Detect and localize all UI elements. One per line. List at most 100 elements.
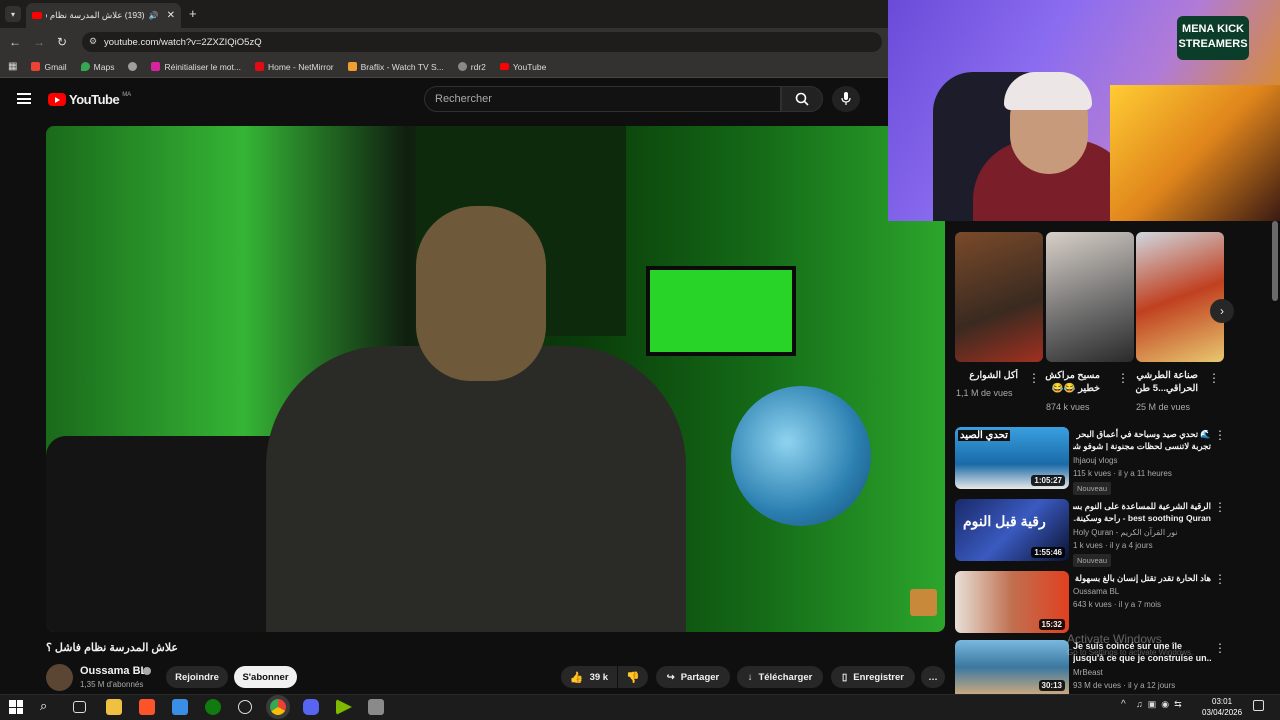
video-frame-head [416, 206, 546, 381]
activate-windows-subtitle: Go to Settings to activate Windows. [1067, 648, 1194, 657]
short-thumbnail[interactable] [955, 232, 1043, 362]
clock-app-icon[interactable] [238, 700, 252, 714]
taskbar-time[interactable]: 03:01 [1212, 697, 1232, 706]
rdr2-icon [457, 62, 467, 71]
brave-icon[interactable] [139, 699, 155, 715]
bookmark-instagram[interactable]: Réinitialiser le mot... [151, 62, 241, 72]
bookmark-braflix[interactable]: Braflix - Watch TV S... [347, 62, 444, 72]
video-title-line2[interactable]: best soothing Quran - راحة وسكينة... [1073, 512, 1211, 524]
video-menu-icon[interactable]: ⋮ [1214, 429, 1226, 441]
browser-tab-active[interactable]: (193) علاش المدرسة نظام فا 🔊 ✕ [26, 3, 181, 28]
channel-watermark-icon[interactable] [910, 589, 937, 616]
reload-icon[interactable]: ↻ [57, 35, 67, 49]
site-info-icon[interactable]: ⚙ [89, 36, 97, 47]
stream-logo-line1: MENA KICK [1182, 23, 1244, 35]
like-button[interactable]: 👍 39 k [561, 666, 617, 688]
share-icon: ↪ [666, 671, 675, 683]
address-bar[interactable]: ⚙ youtube.com/watch?v=2ZXZIQiO5zQ [82, 32, 882, 52]
new-tab-button[interactable]: + [189, 6, 197, 21]
webcam-poster [1110, 85, 1280, 221]
video-menu-icon[interactable]: ⋮ [1214, 573, 1226, 585]
youtube-favicon-icon [32, 12, 42, 19]
short-title[interactable]: صناعة الطرشي الحراقي...5 طن [1120, 369, 1198, 397]
video-title[interactable]: هاد الحارة تقدر تقتل إنسان بالغ بسهولة ! [1073, 572, 1211, 584]
sidebar-scrollbar[interactable] [1272, 221, 1278, 301]
video-thumbnail[interactable]: 30:13 [955, 640, 1069, 694]
video-player[interactable] [46, 126, 945, 632]
notification-icon[interactable] [1253, 700, 1264, 711]
channel-name[interactable]: Holy Quran - نور القرآن الكريم [1073, 528, 1178, 537]
search-button[interactable] [781, 86, 823, 112]
share-button[interactable]: ↪ Partager [656, 666, 730, 688]
tray-icons[interactable]: ♫▣◉⇆ [1136, 699, 1187, 710]
taskbar-date[interactable]: 03/04/2026 [1202, 708, 1242, 717]
apps-grid-icon[interactable]: ▦ [8, 61, 17, 72]
thumbs-down-icon: 👎 [626, 671, 640, 684]
join-button[interactable]: Rejoindre [166, 666, 228, 688]
streamer-webcam: MENA KICK STREAMERS [888, 0, 1280, 221]
bookmarks-bar: ▦ Gmail Maps Réinitialiser le mot... Hom… [0, 56, 888, 78]
shorts-next-button[interactable]: › [1210, 299, 1234, 323]
video-thumbnail[interactable]: تحدي الصيد 1:05:27 [955, 427, 1069, 489]
short-thumbnail[interactable] [1046, 232, 1134, 362]
more-actions-button[interactable]: … [921, 666, 945, 688]
bookmark-youtube[interactable]: YouTube [499, 62, 546, 72]
voice-search-button[interactable] [832, 86, 860, 112]
short-views: 874 k vues [1046, 402, 1090, 412]
xbox-icon[interactable] [205, 699, 221, 715]
app-window-icon[interactable] [368, 699, 384, 715]
bookmark-globe[interactable] [128, 62, 138, 71]
video-frame-globe [731, 386, 871, 526]
bookmark-maps[interactable]: Maps [80, 62, 114, 72]
video-thumbnail[interactable]: 15:32 [955, 571, 1069, 633]
video-thumbnail[interactable]: رقية قبل النوم 1:55:46 [955, 499, 1069, 561]
video-frame-monitor [646, 266, 796, 356]
short-views: 1,1 M de vues [956, 388, 1013, 398]
verified-icon [143, 667, 151, 675]
windows-taskbar [0, 694, 1280, 720]
bookmark-netmirror[interactable]: Home - NetMirror [254, 62, 334, 72]
audio-icon: 🔊 [148, 11, 159, 20]
bookmark-gmail[interactable]: Gmail [31, 62, 67, 72]
globe-icon [128, 62, 138, 71]
tab-list-button[interactable]: ▾ [5, 6, 21, 22]
bookmark-rdr2[interactable]: rdr2 [457, 62, 486, 72]
task-view-icon[interactable] [73, 701, 86, 713]
short-thumbnail[interactable] [1136, 232, 1224, 362]
short-menu-icon[interactable]: ⋮ [1208, 372, 1220, 384]
channel-avatar[interactable] [46, 664, 73, 691]
search-input[interactable]: Rechercher [424, 86, 781, 112]
forward-icon[interactable]: → [33, 35, 45, 49]
video-title[interactable]: 🌊 تحدي صيد وسباحة في أعماق البحر [1073, 428, 1211, 440]
windows-start-icon[interactable] [9, 700, 23, 714]
chrome-icon[interactable] [270, 699, 286, 715]
channel-name[interactable]: Oussama BL [1073, 587, 1119, 596]
close-tab-icon[interactable]: ✕ [167, 10, 175, 21]
video-title-line2[interactable]: تجربة لاتنسى لحظات مجنونة | شوفو شنو... [1073, 440, 1211, 452]
stream-logo-badge: MENA KICK STREAMERS [1177, 16, 1249, 60]
video-menu-icon[interactable]: ⋮ [1214, 642, 1226, 654]
discord-icon[interactable] [303, 699, 319, 715]
channel-name[interactable]: Ihjaouj vlogs [1073, 456, 1117, 465]
back-icon[interactable]: ← [9, 35, 21, 49]
video-title[interactable]: الرقية الشرعية للمساعدة على النوم بسهولة [1073, 500, 1211, 512]
subscribe-button[interactable]: S'abonner [234, 666, 297, 688]
menu-icon[interactable] [17, 93, 31, 104]
mic-icon [841, 92, 851, 105]
save-button[interactable]: ▯ Enregistrer [831, 666, 915, 688]
taskbar-search-icon[interactable]: ⌕ [40, 698, 47, 714]
maps-icon [80, 62, 90, 71]
instagram-icon [151, 62, 161, 71]
channel-name[interactable]: MrBeast [1073, 668, 1103, 677]
store-icon[interactable] [172, 699, 188, 715]
video-menu-icon[interactable]: ⋮ [1214, 501, 1226, 513]
short-views: 25 M de vues [1136, 402, 1191, 412]
file-explorer-icon[interactable] [106, 699, 122, 715]
channel-name[interactable]: Oussama BL [80, 665, 147, 677]
short-title[interactable]: مسيح مراكش خطير 😂😂 [1022, 369, 1100, 397]
dislike-button[interactable]: 👎 [618, 666, 648, 688]
short-title[interactable]: أكل الشوارع [940, 369, 1018, 382]
tray-chevron-icon[interactable]: ^ [1121, 699, 1126, 710]
download-button[interactable]: ↓ Télécharger [737, 666, 823, 688]
youtube-logo[interactable]: YouTube MA [48, 92, 131, 107]
